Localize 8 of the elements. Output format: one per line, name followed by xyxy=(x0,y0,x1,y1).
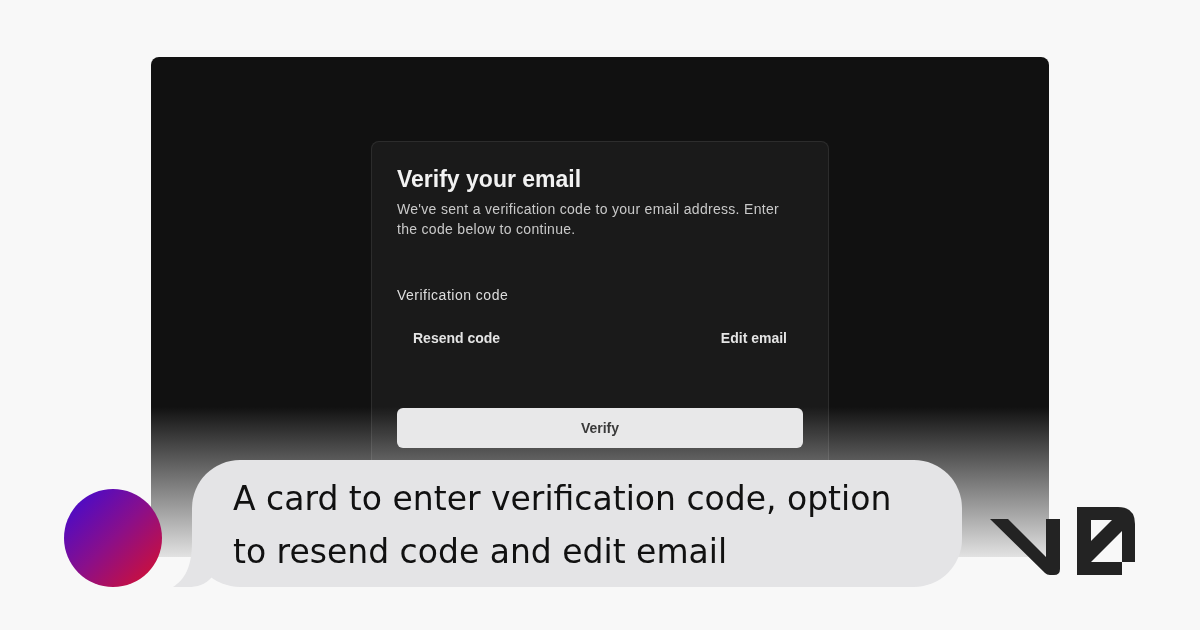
edit-link-button[interactable]: Edit email xyxy=(704,320,803,356)
logo-icon xyxy=(990,506,1136,576)
card-title: Verify your email xyxy=(397,165,582,193)
field-label: Verification code xyxy=(397,286,509,305)
caption-text: A card to enter verification code, option to resend code and edit email xyxy=(233,478,893,573)
card-description: We've sent a verification code to your email address. Enter the code below to continue. xyxy=(397,200,780,239)
verify-button[interactable]: Verify xyxy=(397,408,803,448)
resend-link-button[interactable]: Resend code xyxy=(397,320,517,356)
